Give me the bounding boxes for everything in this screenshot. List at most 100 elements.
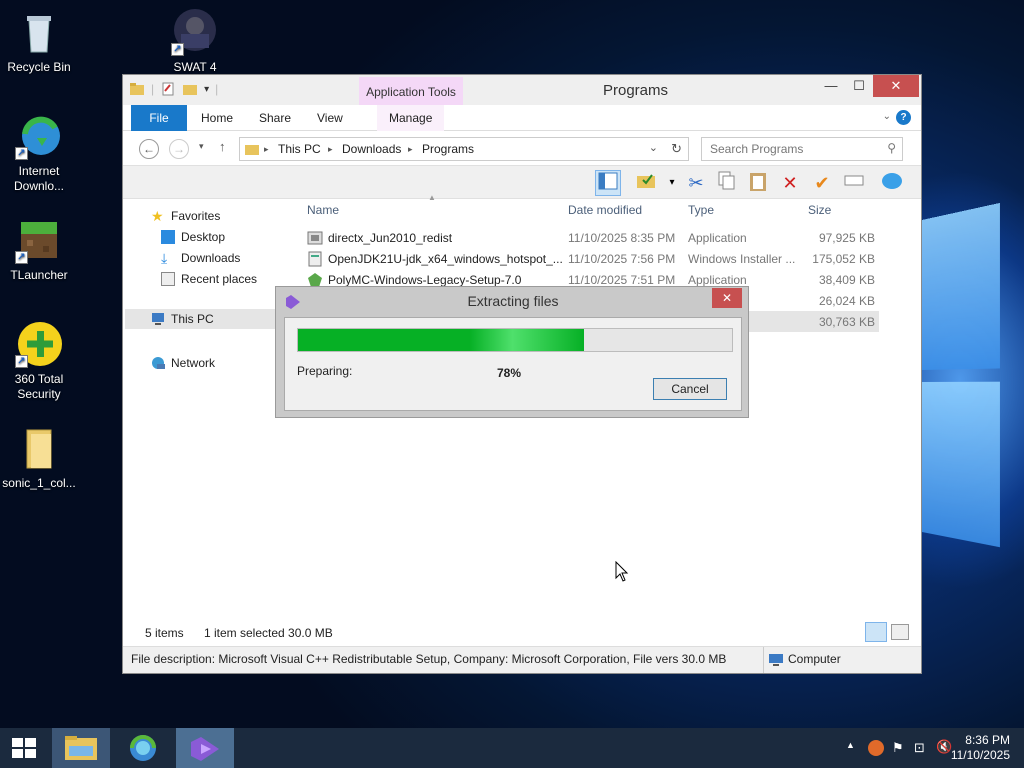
download-arrow-icon: ⤓ [161,251,175,265]
breadcrumb-this-pc[interactable]: This PC [278,142,321,156]
taskbar-file-explorer[interactable] [52,728,110,768]
system-tray: ▲ ⚑ ⊡ 🔇 8:36 PM 11/10/2025 [824,728,1024,768]
star-icon: ★ [151,209,165,223]
folder-icon [244,142,260,159]
recent-places-icon [161,272,175,286]
ribbon-expand-icon[interactable]: ⌄ [883,111,891,122]
folder-icon [129,81,145,97]
file-name: PolyMC-Windows-Legacy-Setup-7.0 [328,273,521,287]
desktop-icon-sonic-folder[interactable]: sonic_1_col... [1,424,77,491]
start-button[interactable] [0,728,48,768]
window-title: Programs [603,82,668,99]
mouse-cursor [615,561,627,581]
address-bar[interactable]: ▸ This PC ▸ Downloads ▸ Programs ⌄ ↻ [239,137,689,161]
file-type: Windows Installer ... [688,252,795,266]
nav-recent-places[interactable]: Recent places [161,272,257,286]
desktop-icon-label: Recycle Bin [1,60,77,75]
file-row[interactable]: directx_Jun2010_redist 11/10/2025 8:35 P… [291,227,901,248]
file-row[interactable]: OpenJDK21U-jdk_x64_windows_hotspot_... 1… [291,248,901,269]
clock[interactable]: 8:36 PM 11/10/2025 [951,733,1010,763]
explorer-titlebar[interactable]: | ▾ | Application Tools Programs — ☐ ✕ [123,75,921,105]
extracting-dialog: Extracting files ✕ Preparing: 78% Cancel [275,286,749,418]
nav-this-pc[interactable]: This PC [125,309,289,329]
taskbar-browser[interactable] [114,728,172,768]
close-button[interactable]: ✕ [873,75,919,97]
organize-icon[interactable] [633,170,659,196]
recent-locations-icon[interactable]: ▾ [199,141,204,152]
checkmark-icon[interactable]: ✔ [809,170,835,196]
file-size: 30,763 KB [819,315,875,329]
tab-view[interactable]: View [305,105,355,131]
network-tray-icon[interactable]: ⊡ [914,740,925,756]
application-tools-context-tab[interactable]: Application Tools [359,77,463,105]
qat-dropdown-icon[interactable]: ▾ [204,84,209,95]
desktop-icon-tlauncher[interactable]: ↗ TLauncher [1,216,77,283]
forward-button[interactable]: → [169,139,189,159]
nav-label: Downloads [181,251,240,265]
desktop-icon-360-security[interactable]: ↗ 360 Total Security [1,320,77,402]
browser-icon [114,728,172,768]
chat-bubble-icon[interactable] [879,170,905,196]
dialog-body: Preparing: 78% Cancel [284,317,742,411]
nav-network[interactable]: Network [151,356,215,370]
breadcrumb-downloads[interactable]: Downloads [342,142,401,156]
column-size[interactable]: Size [808,203,831,217]
organize-dropdown-icon[interactable]: ▾ [659,170,685,196]
file-date: 11/10/2025 7:56 PM [568,252,675,266]
column-name[interactable]: Name [307,203,339,217]
dialog-close-button[interactable]: ✕ [712,288,742,308]
tab-share[interactable]: Share [247,105,303,131]
desktop-icon-label: sonic_1_col... [1,476,77,491]
desktop-icon-idm[interactable]: ↗ Internet Downlo... [1,112,77,194]
rename-icon[interactable] [841,170,867,196]
tab-manage[interactable]: Manage [377,105,444,131]
new-folder-icon[interactable] [182,81,198,97]
folder-icon [15,424,63,472]
back-button[interactable]: ← [139,139,159,159]
tab-home[interactable]: Home [189,105,245,131]
help-icon[interactable]: ? [896,110,911,125]
properties-icon[interactable] [160,81,176,97]
breadcrumb-programs[interactable]: Programs [422,142,474,156]
volume-muted-icon[interactable]: 🔇 [936,739,952,755]
delete-icon[interactable]: ✕ [777,170,803,196]
maximize-button[interactable]: ☐ [845,75,873,97]
nav-label: Desktop [181,230,225,244]
taskbar-installer[interactable] [176,728,234,768]
search-icon: ⚲ [887,141,896,155]
nav-label: Favorites [171,209,220,223]
nav-downloads[interactable]: ⤓ Downloads [161,251,240,265]
search-input[interactable]: Search Programs ⚲ [701,137,903,161]
copy-icon[interactable] [713,170,739,196]
360-total-security-icon: ↗ [15,320,63,368]
details-bar: File description: Microsoft Visual C++ R… [123,646,921,673]
cancel-button[interactable]: Cancel [653,378,727,400]
action-center-flag-icon[interactable]: ⚑ [892,740,904,756]
file-description: File description: Microsoft Visual C++ R… [131,652,726,666]
security-tray-icon[interactable] [868,740,884,756]
msi-installer-icon [307,251,323,270]
refresh-icon[interactable]: ↻ [671,141,682,157]
computer-icon [768,653,784,670]
sort-indicator-icon: ▲ [428,193,436,202]
desktop-icon-recycle-bin[interactable]: Recycle Bin [1,8,77,75]
quick-access-toolbar: | ▾ | [129,81,218,97]
up-button[interactable]: ↑ [219,139,226,154]
details-view-button[interactable] [865,622,887,642]
desktop-icon [161,230,175,244]
address-dropdown-icon[interactable]: ⌄ [649,141,658,154]
desktop-icon-swat4[interactable]: ↗ SWAT 4 [157,8,233,75]
large-icons-view-button[interactable] [891,624,909,640]
paste-icon[interactable] [745,170,771,196]
file-size: 97,925 KB [819,231,875,245]
column-type[interactable]: Type [688,203,714,217]
search-placeholder: Search Programs [710,142,803,156]
column-date-modified[interactable]: Date modified [568,203,642,217]
tab-file[interactable]: File [131,105,187,131]
show-hidden-icons[interactable]: ▲ [846,740,855,750]
nav-favorites[interactable]: ★ Favorites [151,209,220,223]
nav-desktop[interactable]: Desktop [161,230,225,244]
preview-pane-icon[interactable] [595,170,621,196]
minimize-button[interactable]: — [817,75,845,97]
cut-icon[interactable]: ✂ [683,170,709,196]
